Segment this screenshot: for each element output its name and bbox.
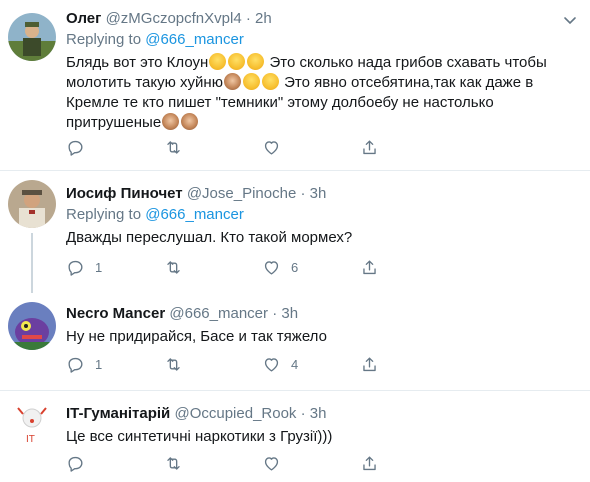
reply-button[interactable] bbox=[66, 453, 95, 473]
like-button[interactable] bbox=[262, 453, 291, 473]
timestamp[interactable]: 3h bbox=[281, 305, 298, 322]
separator-dot: · bbox=[245, 10, 251, 27]
retweet-button[interactable] bbox=[164, 257, 193, 277]
share-button[interactable] bbox=[360, 453, 379, 473]
share-button[interactable] bbox=[360, 137, 379, 157]
share-icon bbox=[363, 139, 376, 154]
laughing-emoji-icon bbox=[228, 53, 246, 70]
retweet-button[interactable] bbox=[164, 137, 193, 157]
display-name[interactable]: Necro Mancer bbox=[66, 305, 165, 322]
tweet-actions bbox=[66, 137, 396, 157]
tweet-header: Иосиф Пиночет @Jose_Pinoche · 3h bbox=[66, 184, 578, 204]
laughing-emoji-icon bbox=[209, 53, 227, 70]
heart-icon bbox=[264, 140, 279, 155]
tweet-header: Олег @zMGczopcfnXvpl4 · 2h bbox=[66, 9, 578, 29]
separator-dot: · bbox=[300, 185, 306, 202]
timestamp[interactable]: 3h bbox=[310, 185, 327, 202]
user-handle[interactable]: @Occupied_Rook bbox=[174, 405, 296, 422]
retweet-icon bbox=[167, 140, 180, 154]
replying-to-label: Replying to bbox=[66, 31, 142, 48]
retweet-button[interactable] bbox=[164, 354, 193, 374]
user-handle[interactable]: @Jose_Pinoche bbox=[187, 185, 296, 202]
share-icon bbox=[363, 455, 376, 470]
avatar-it-gumanitariy[interactable]: IT bbox=[8, 400, 56, 448]
avatar-iosif[interactable] bbox=[8, 180, 56, 228]
laughing-emoji-icon bbox=[242, 73, 260, 90]
reply-button[interactable]: 1 bbox=[66, 257, 102, 277]
timestamp[interactable]: 2h bbox=[255, 10, 272, 27]
tweet-divider bbox=[0, 390, 590, 391]
see-no-evil-monkey-emoji-icon bbox=[162, 113, 180, 130]
reply-icon bbox=[68, 456, 83, 472]
tweet-divider bbox=[0, 170, 590, 171]
tweet-text: Ну не придирайся, Басе и так тяжело bbox=[66, 328, 327, 345]
heart-icon bbox=[264, 456, 279, 471]
svg-text:IT: IT bbox=[26, 434, 35, 445]
reply-icon bbox=[68, 140, 83, 156]
tweet-text: Дважды переслушал. Кто такой мормех? bbox=[66, 229, 353, 246]
tweet-text-part-1: Блядь вот это Клоун bbox=[66, 54, 209, 71]
like-count: 6 bbox=[291, 259, 299, 275]
replying-to: Replying to @666_mancer bbox=[66, 205, 578, 225]
reply-icon bbox=[68, 357, 83, 373]
avatar-necro-mancer[interactable] bbox=[8, 302, 56, 350]
thread-line bbox=[31, 233, 33, 293]
display-name[interactable]: Иосиф Пиночет bbox=[66, 185, 183, 202]
share-icon bbox=[363, 259, 376, 274]
reply-icon bbox=[68, 260, 83, 276]
separator-dot: · bbox=[300, 405, 306, 422]
like-button[interactable] bbox=[262, 137, 291, 157]
tweet-actions bbox=[66, 453, 396, 473]
reply-button[interactable] bbox=[66, 137, 95, 157]
laughing-emoji-icon bbox=[261, 73, 279, 90]
tweet-text: Блядь вот это Клоун Это сколько нада гри… bbox=[66, 53, 576, 133]
replying-to: Replying to @666_mancer bbox=[66, 30, 578, 50]
see-no-evil-monkey-emoji-icon bbox=[181, 113, 199, 130]
user-handle[interactable]: @666_mancer bbox=[169, 305, 268, 322]
retweet-icon bbox=[167, 456, 180, 470]
like-count: 4 bbox=[291, 356, 299, 372]
retweet-button[interactable] bbox=[164, 453, 193, 473]
tweet-header: IT-Гуманітарій @Occupied_Rook · 3h bbox=[66, 404, 578, 424]
separator-dot: · bbox=[272, 305, 278, 322]
mention-link[interactable]: @666_mancer bbox=[145, 31, 244, 48]
see-no-evil-monkey-emoji-icon bbox=[223, 73, 241, 90]
reply-button[interactable]: 1 bbox=[66, 354, 102, 374]
laughing-emoji-icon bbox=[247, 53, 265, 70]
replying-to-label: Replying to bbox=[66, 206, 142, 223]
tweet-actions: 1 6 bbox=[66, 257, 396, 277]
tweet-header: Necro Mancer @666_mancer · 3h bbox=[66, 304, 578, 324]
like-button[interactable]: 4 bbox=[262, 354, 298, 374]
reply-count: 1 bbox=[95, 259, 103, 275]
share-icon bbox=[363, 356, 376, 371]
retweet-icon bbox=[167, 357, 180, 371]
timestamp[interactable]: 3h bbox=[310, 405, 327, 422]
display-name[interactable]: IT-Гуманітарій bbox=[66, 405, 170, 422]
display-name[interactable]: Олег bbox=[66, 10, 101, 27]
mention-link[interactable]: @666_mancer bbox=[145, 206, 244, 223]
tweet-actions: 1 4 bbox=[66, 354, 396, 374]
tweet-text: Це все синтетичні наркотики з Грузії))) bbox=[66, 428, 333, 445]
share-button[interactable] bbox=[360, 354, 379, 374]
user-handle[interactable]: @zMGczopcfnXvpl4 bbox=[106, 10, 242, 27]
like-button[interactable]: 6 bbox=[262, 257, 298, 277]
heart-icon bbox=[264, 357, 279, 372]
reply-count: 1 bbox=[95, 356, 103, 372]
heart-icon bbox=[264, 260, 279, 275]
share-button[interactable] bbox=[360, 257, 379, 277]
avatar-oleg[interactable] bbox=[8, 13, 56, 61]
retweet-icon bbox=[167, 260, 180, 274]
